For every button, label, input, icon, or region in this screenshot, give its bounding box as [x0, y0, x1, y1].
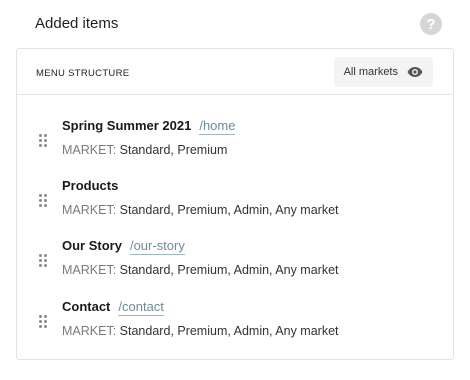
menu-item-title: Products: [62, 178, 119, 193]
drag-handle-icon[interactable]: [39, 315, 49, 329]
panel-title: MENU STRUCTURE: [36, 68, 130, 79]
drag-handle-icon[interactable]: [39, 194, 49, 208]
panel-header: MENU STRUCTURE All markets: [17, 49, 453, 95]
menu-item[interactable]: Products MARKET: Standard, Premium, Admi…: [17, 178, 453, 228]
menu-item[interactable]: Contact /contact MARKET: Standard, Premi…: [17, 299, 453, 349]
market-filter-label: All markets: [343, 66, 398, 78]
section-header: Added items ?: [35, 12, 454, 38]
menu-item-title-row: Our Story /our-story: [62, 238, 185, 255]
drag-handle-icon[interactable]: [39, 134, 49, 148]
market-label: MARKET:: [62, 263, 117, 277]
section-title: Added items: [35, 15, 119, 32]
market-label: MARKET:: [62, 143, 117, 157]
menu-item-markets: MARKET: Standard, Premium: [62, 143, 227, 157]
market-label: MARKET:: [62, 324, 117, 338]
eye-icon: [407, 67, 423, 77]
menu-item-markets: MARKET: Standard, Premium, Admin, Any ma…: [62, 324, 339, 338]
market-filter-button[interactable]: All markets: [333, 57, 433, 87]
menu-item-title: Spring Summer 2021: [62, 118, 192, 133]
menu-item[interactable]: Our Story /our-story MARKET: Standard, P…: [17, 238, 453, 288]
menu-item-markets: MARKET: Standard, Premium, Admin, Any ma…: [62, 203, 339, 217]
menu-item-markets: MARKET: Standard, Premium, Admin, Any ma…: [62, 263, 339, 277]
market-values: Standard, Premium, Admin, Any market: [119, 203, 339, 217]
menu-item-title-row: Products: [62, 178, 118, 193]
menu-item-title-row: Spring Summer 2021 /home: [62, 118, 236, 135]
menu-item-path-link[interactable]: /contact: [118, 299, 164, 316]
help-icon[interactable]: ?: [420, 13, 442, 35]
market-values: Standard, Premium, Admin, Any market: [119, 263, 339, 277]
market-label: MARKET:: [62, 203, 117, 217]
menu-item-title: Contact: [62, 299, 111, 314]
market-values: Standard, Premium: [119, 143, 228, 157]
menu-item-title-row: Contact /contact: [62, 299, 164, 316]
menu-item-title: Our Story: [62, 238, 122, 253]
menu-item-path-link[interactable]: /our-story: [129, 238, 185, 255]
menu-item[interactable]: Spring Summer 2021 /home MARKET: Standar…: [17, 118, 453, 168]
market-values: Standard, Premium, Admin, Any market: [119, 324, 339, 338]
menu-structure-panel: MENU STRUCTURE All markets Spring Summer…: [16, 48, 454, 360]
menu-item-path-link[interactable]: /home: [199, 118, 236, 135]
drag-handle-icon[interactable]: [39, 254, 49, 268]
